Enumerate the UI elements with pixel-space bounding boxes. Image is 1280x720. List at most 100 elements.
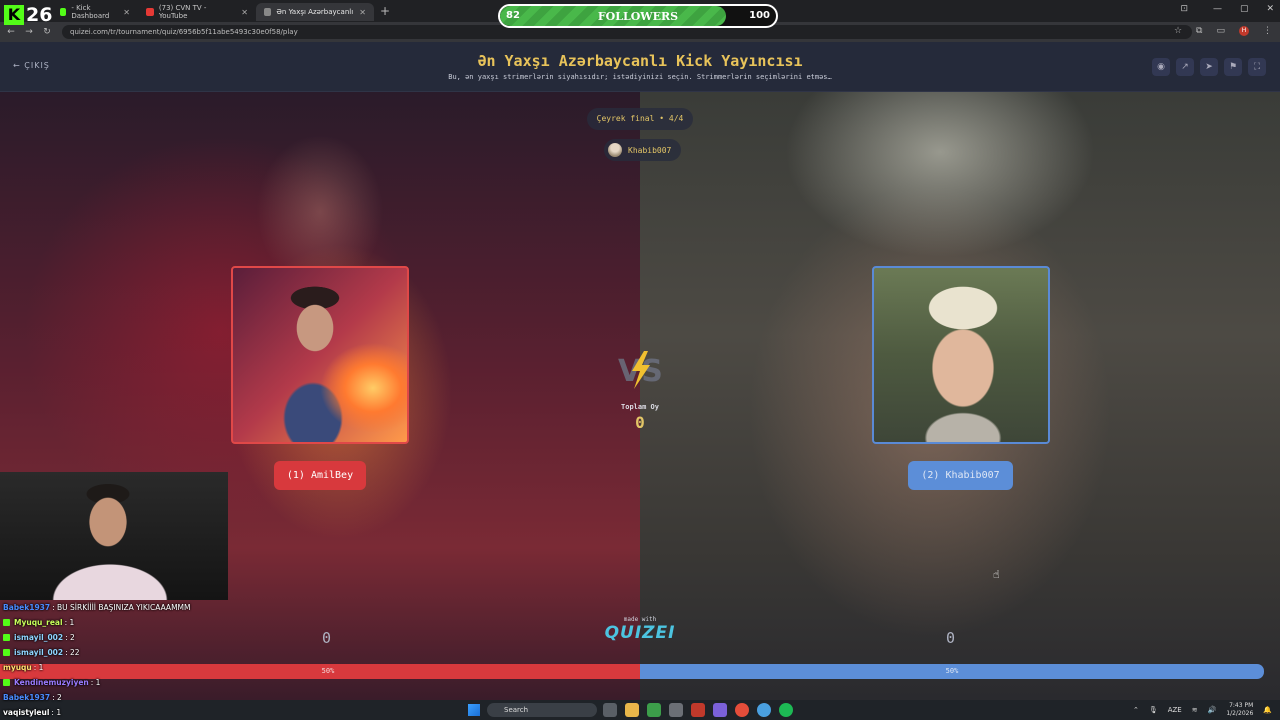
chat-message: ismayil_002: 2 (3, 630, 263, 645)
microphone-icon[interactable]: 🎙 (1149, 706, 1158, 714)
chat-username[interactable]: ismayil_002 (14, 645, 63, 660)
chrome-icon[interactable] (757, 703, 771, 717)
back-icon[interactable]: ← (4, 27, 18, 37)
made-with-label: made with (623, 616, 657, 623)
chat-message-text: : 1 (64, 618, 75, 627)
discord-icon[interactable] (713, 703, 727, 717)
avatar (608, 143, 622, 157)
round-badge: Çeyrek final • 4/4 (587, 108, 693, 130)
youtube-icon (146, 8, 154, 16)
fullscreen-icon[interactable]: ⛶ (1248, 58, 1266, 76)
subscriber-badge-icon (3, 619, 10, 626)
tab-label: - Kick Dashboard (71, 4, 110, 20)
close-icon[interactable]: ✕ (241, 8, 248, 17)
clock[interactable]: 7:43 PM 1/2/2026 (1226, 702, 1253, 718)
tab-label: Ən Yaxşı Azərbaycanlı Kick Yay... (276, 8, 354, 16)
close-icon[interactable]: ✕ (359, 8, 366, 17)
right-vote-count: 0 (946, 629, 956, 647)
url-text: quizei.com/tr/tournament/quiz/6956b5f11a… (70, 28, 298, 36)
app-icon[interactable] (669, 703, 683, 717)
chat-message: Babek1937: BU SİRKİİİİ BAŞINIZA YIKICAAA… (3, 600, 263, 615)
chat-username[interactable]: Kendinemuzyiyen (14, 675, 89, 690)
made-with-badge[interactable]: made with QUIZEI (600, 616, 680, 643)
task-view-icon[interactable] (603, 703, 617, 717)
bookmark-star-icon[interactable]: ☆ (1174, 26, 1182, 36)
spotify-icon[interactable] (779, 703, 793, 717)
browser-tab[interactable]: (73) CVN TV - YouTube ✕ (138, 3, 256, 21)
tab-label: (73) CVN TV - YouTube (158, 4, 207, 20)
new-tab-button[interactable]: + (380, 4, 390, 18)
total-votes-label: Toplam Oy (621, 403, 659, 411)
kick-overlay-logo: K 26 (4, 4, 52, 26)
clock-date: 1/2/2026 (1226, 710, 1254, 717)
followers-max: 100 (749, 10, 770, 21)
forward-icon[interactable]: → (22, 27, 36, 37)
taskbar-search[interactable]: Search (487, 703, 597, 717)
profile-avatar[interactable]: H (1239, 26, 1249, 36)
right-contestant-image[interactable] (872, 266, 1050, 444)
send-icon[interactable]: ➤ (1200, 58, 1218, 76)
current-user-name: Khabib007 (628, 145, 672, 155)
language-indicator[interactable]: AZE (1168, 706, 1182, 714)
clock-time: 7:43 PM (1229, 702, 1254, 709)
chevron-up-icon[interactable]: ⌃ (1133, 706, 1139, 714)
quizei-icon (264, 8, 272, 16)
mouse-pointer-icon: ☝ (993, 568, 1000, 581)
notification-icon[interactable]: 🔔 (1263, 706, 1272, 714)
windows-start-icon[interactable] (468, 704, 480, 716)
subscriber-badge-icon (3, 634, 10, 641)
tab-search-icon[interactable]: ⊡ (1180, 4, 1188, 14)
chat-username[interactable]: ismayil_002 (14, 630, 63, 645)
file-explorer-icon[interactable] (625, 703, 639, 717)
kick-count: 26 (26, 4, 53, 26)
chrome-icon[interactable] (735, 703, 749, 717)
subscriber-badge-icon (3, 649, 10, 656)
chat-message: myuqu: 1 (3, 660, 263, 675)
left-vote-count: 0 (322, 629, 332, 647)
stream-chat-overlay: Babek1937: BU SİRKİİİİ BAŞINIZA YIKICAAA… (3, 600, 263, 720)
search-label: Search (504, 706, 529, 714)
close-icon[interactable]: ✕ (123, 8, 130, 17)
flag-icon[interactable]: ⚑ (1224, 58, 1242, 76)
maximize-icon[interactable]: ▢ (1240, 4, 1249, 14)
close-window-icon[interactable]: ✕ (1266, 4, 1274, 14)
right-contestant-button[interactable]: (2) Khabib007 (908, 461, 1013, 490)
subscriber-badge-icon (3, 679, 10, 686)
sidepanel-icon[interactable]: ▭ (1216, 26, 1225, 36)
menu-dots-icon[interactable]: ⋮ (1263, 26, 1272, 36)
app-icon[interactable] (647, 703, 661, 717)
chat-message: Myuqu_real: 1 (3, 615, 263, 630)
current-user-badge: Khabib007 (604, 139, 682, 161)
chat-username[interactable]: Babek1937 (3, 600, 50, 615)
chat-message-text: : 22 (65, 648, 80, 657)
browser-tab[interactable]: - Kick Dashboard ✕ (52, 3, 138, 21)
left-contestant-button[interactable]: (1) AmilBey (274, 461, 366, 490)
eye-icon[interactable]: ◉ (1152, 58, 1170, 76)
vs-lightning-icon: VS (618, 351, 663, 389)
chat-username[interactable]: vaqistyleul (3, 705, 49, 720)
chat-username[interactable]: myuqu (3, 660, 32, 675)
kick-icon (60, 8, 67, 16)
chat-message-text: : 2 (52, 693, 62, 702)
chat-message-text: : BU SİRKİİİİ BAŞINIZA YIKICAAAMMM (52, 603, 191, 612)
chat-username[interactable]: Myuqu_real (14, 615, 63, 630)
chat-message: Kendinemuzyiyen: 1 (3, 675, 263, 690)
app-icon[interactable] (691, 703, 705, 717)
wifi-icon[interactable]: ≋ (1192, 706, 1198, 714)
chat-message-text: : 1 (33, 663, 44, 672)
volume-icon[interactable]: 🔊 (1208, 706, 1217, 714)
minimize-icon[interactable]: — (1213, 4, 1222, 14)
reload-icon[interactable]: ↻ (40, 27, 54, 37)
chat-message-text: : 2 (65, 633, 75, 642)
chat-message: ismayil_002: 22 (3, 645, 263, 660)
page-title: Ən Yaxşı Azərbaycanlı Kick Yayıncısı (477, 52, 803, 70)
extensions-icon[interactable]: ⧉ (1196, 26, 1202, 36)
chat-username[interactable]: Babek1937 (3, 690, 50, 705)
followers-goal-bar: 82 FOLLOWERS 100 (498, 4, 778, 28)
webcam-overlay (0, 472, 228, 600)
left-contestant-image[interactable] (231, 266, 409, 444)
total-votes-value: 0 (635, 413, 645, 432)
share-icon[interactable]: ↗ (1176, 58, 1194, 76)
quizei-logo: QUIZEI (604, 623, 676, 643)
browser-tab-active[interactable]: Ən Yaxşı Azərbaycanlı Kick Yay... ✕ (256, 3, 374, 21)
